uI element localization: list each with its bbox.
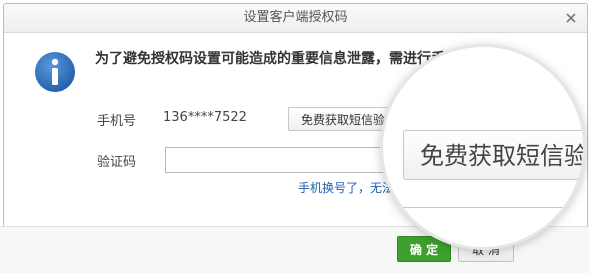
magnified-input-border [401, 207, 583, 208]
code-label: 验证码 [97, 155, 137, 170]
close-icon[interactable] [563, 10, 579, 26]
magnifier-lens: 免费获取短信验证码 [383, 47, 583, 247]
magnified-sms-button: 免费获取短信验证码 [403, 130, 583, 180]
phone-label: 手机号 [97, 114, 137, 129]
dialog-titlebar: 设置客户端授权码 [4, 4, 587, 33]
info-icon [35, 52, 75, 92]
phone-number: 136****7522 [163, 110, 247, 125]
confirm-button[interactable]: 确 定 [397, 236, 451, 262]
verification-code-input[interactable] [165, 147, 405, 173]
dialog-title: 设置客户端授权码 [243, 10, 348, 25]
